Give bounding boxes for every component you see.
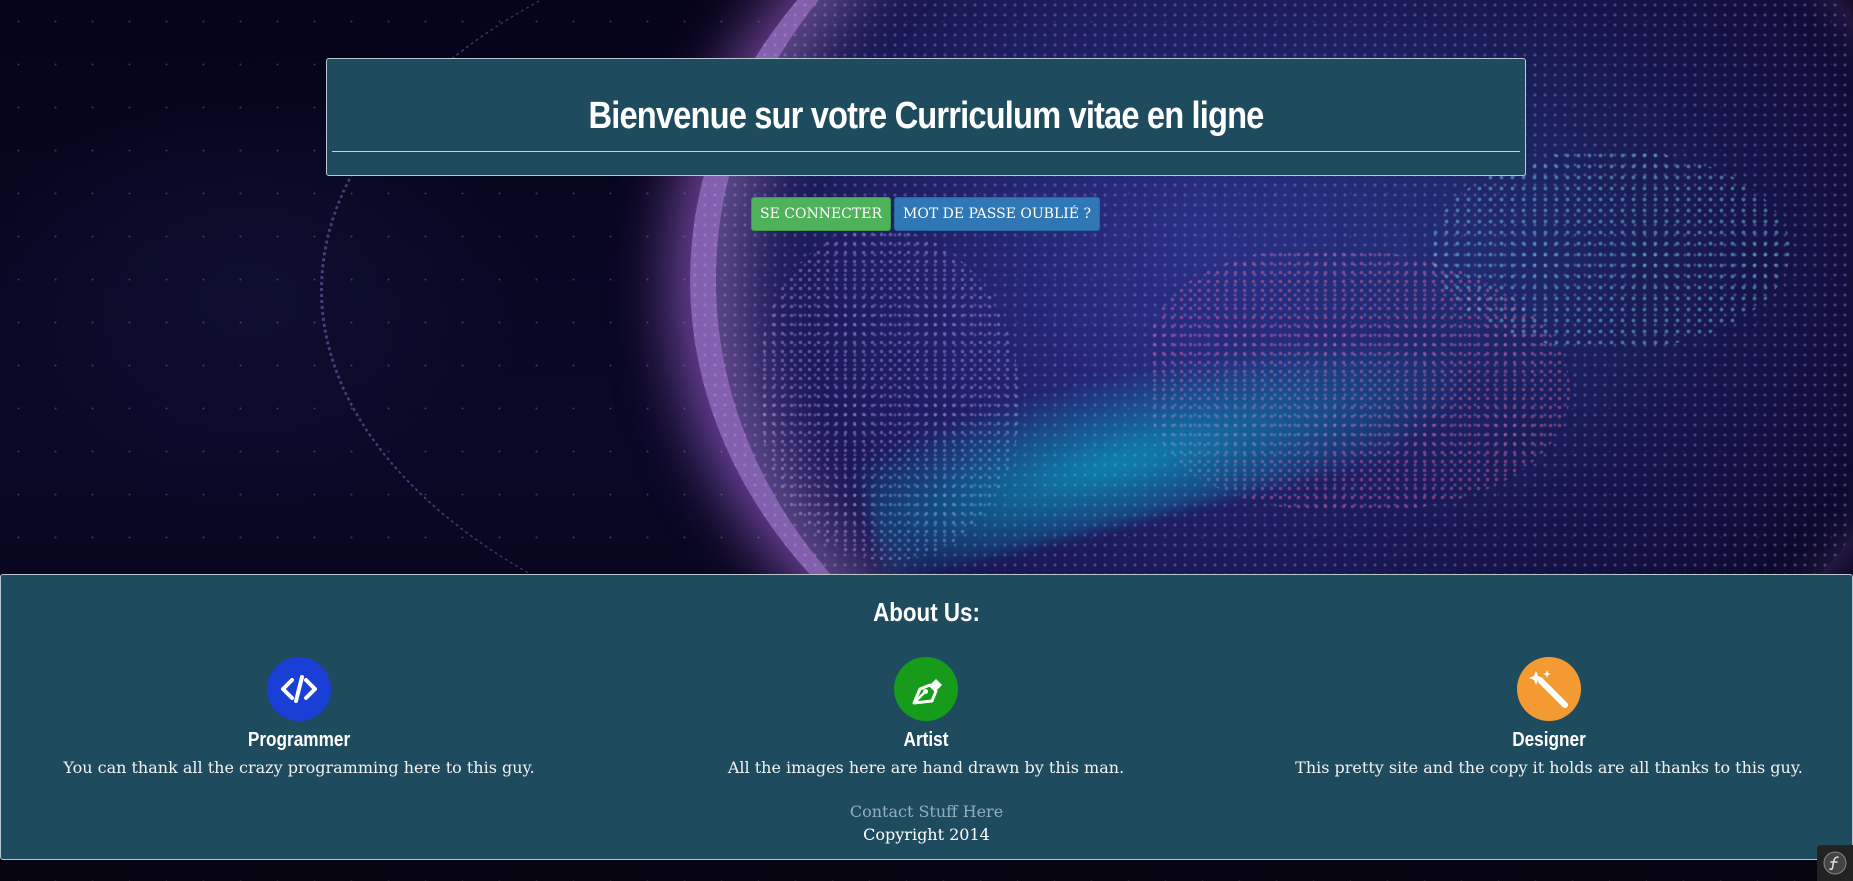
- forgot-password-button[interactable]: MOT DE PASSE OUBLIÉ ?: [894, 197, 1100, 231]
- magic-wand-icon: [1517, 657, 1581, 721]
- member-name: Artist: [903, 729, 949, 751]
- pen-nib-icon: [894, 657, 958, 721]
- member-card-programmer: Programmer You can thank all the crazy p…: [0, 657, 609, 777]
- member-description: All the images here are hand drawn by th…: [727, 758, 1125, 777]
- about-section: About Us: Programmer You can thank all t…: [0, 574, 1853, 860]
- member-card-artist: Artist All the images here are hand draw…: [616, 657, 1236, 777]
- welcome-header: Bienvenue sur votre Curriculum vitae en …: [326, 58, 1526, 176]
- page-title: Bienvenue sur votre Curriculum vitae en …: [588, 95, 1264, 137]
- symfony-toolbar-toggle[interactable]: [1817, 845, 1853, 881]
- member-description: This pretty site and the copy it holds a…: [1295, 758, 1803, 777]
- code-icon: [267, 657, 331, 721]
- member-name: Programmer: [247, 729, 351, 751]
- member-description: You can thank all the crazy programming …: [63, 758, 535, 777]
- contact-link[interactable]: Contact Stuff Here: [1, 802, 1852, 821]
- member-card-designer: Designer This pretty site and the copy i…: [1239, 657, 1853, 777]
- login-button[interactable]: SE CONNECTER: [751, 197, 891, 231]
- member-name: Designer: [1512, 729, 1586, 751]
- header-divider: [332, 151, 1520, 152]
- symfony-icon: [1823, 851, 1847, 875]
- about-title: About Us:: [873, 597, 980, 627]
- copyright-text: Copyright 2014: [863, 825, 990, 844]
